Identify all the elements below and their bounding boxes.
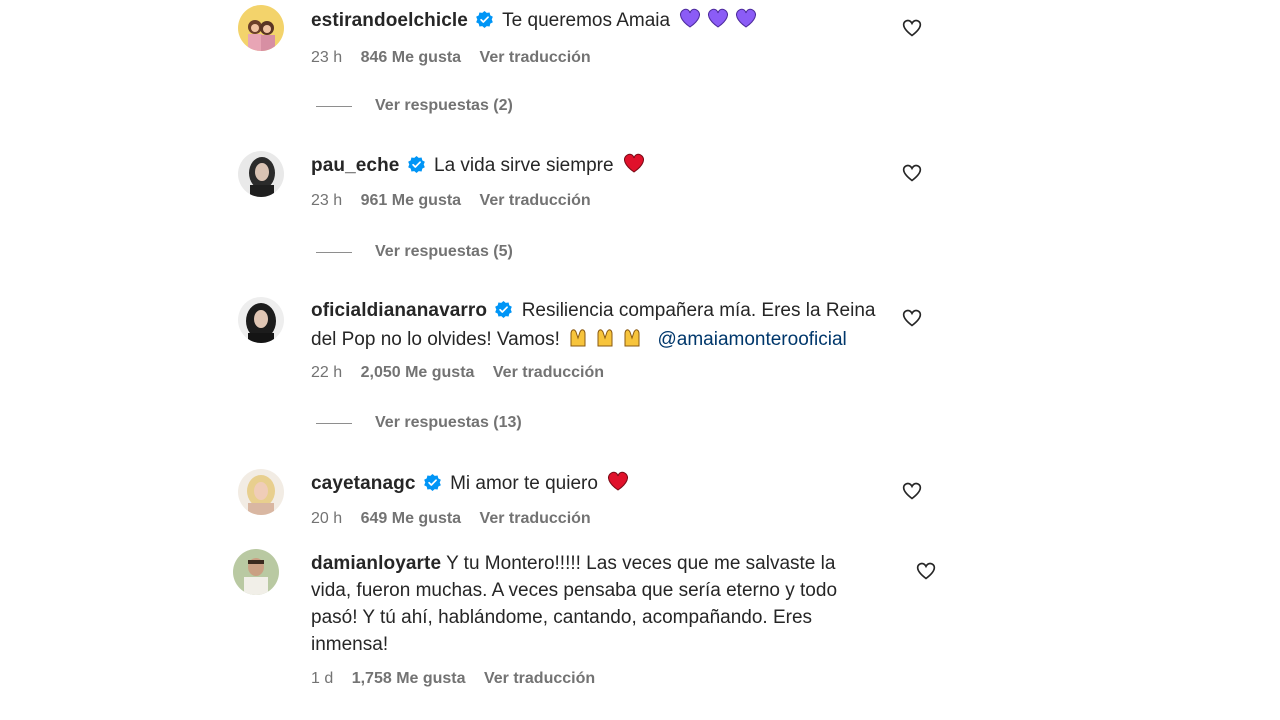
red-heart-icon: [622, 152, 646, 182]
raising-hands-icon: [568, 326, 646, 356]
comment-time: 20 h: [311, 510, 343, 527]
verified-badge-icon: [476, 9, 494, 36]
replies-divider: [316, 251, 352, 253]
comments-panel: estirandoelchicle Te queremos Amaia 23 h…: [0, 0, 1280, 720]
comment-time: 23 h: [311, 49, 343, 66]
comment-time: 22 h: [311, 364, 343, 381]
avatar[interactable]: [238, 297, 284, 343]
comment-body: pau_eche La vida sirve siempre 23 h 961 …: [311, 151, 891, 210]
comment-text: La vida sirve siempre: [434, 155, 614, 176]
likes-count[interactable]: 846 Me gusta: [361, 49, 461, 66]
comment-text: vida, fueron muchas. A veces pensaba que…: [311, 580, 838, 601]
likes-count[interactable]: 1,758 Me gusta: [352, 670, 466, 687]
comment-body: estirandoelchicle Te queremos Amaia 23 h…: [311, 5, 891, 67]
replies-label[interactable]: Ver respuestas (13): [375, 414, 522, 432]
comment-time: 1 d: [311, 670, 334, 687]
comment-text: Y tu Montero!!!!! Las veces que me salva…: [446, 553, 836, 574]
avatar[interactable]: [238, 469, 284, 515]
comment-body: damianloyarte Y tu Montero!!!!! Las vece…: [311, 549, 911, 688]
verified-badge-icon: [407, 154, 425, 181]
translate-link[interactable]: Ver traducción: [480, 510, 591, 527]
likes-count[interactable]: 649 Me gusta: [361, 510, 461, 527]
comment-text: Te queremos Amaia: [502, 10, 671, 31]
purple-heart-icon: [678, 7, 758, 37]
replies-label[interactable]: Ver respuestas (5): [375, 243, 513, 261]
comment-text: pasó! Y tú ahí, hablándome, cantando, ac…: [311, 607, 813, 628]
username[interactable]: damianloyarte: [311, 553, 441, 574]
like-heart-icon[interactable]: [902, 481, 922, 501]
like-heart-icon[interactable]: [902, 18, 922, 38]
verified-badge-icon: [423, 472, 441, 499]
likes-count[interactable]: 961 Me gusta: [361, 192, 461, 209]
like-heart-icon[interactable]: [902, 163, 922, 183]
username[interactable]: oficialdiananavarro: [311, 300, 487, 321]
red-heart-icon: [606, 470, 630, 500]
replies-label[interactable]: Ver respuestas (2): [375, 97, 513, 115]
comment-text: inmensa!: [311, 634, 389, 655]
replies-divider: [316, 422, 352, 424]
translate-link[interactable]: Ver traducción: [484, 670, 595, 687]
verified-badge-icon: [495, 299, 513, 326]
view-replies-button[interactable]: Ver respuestas (13): [316, 414, 522, 432]
avatar[interactable]: [238, 151, 284, 197]
comment-text: del Pop no lo olvides! Vamos!: [311, 329, 560, 350]
likes-count[interactable]: 2,050 Me gusta: [361, 364, 475, 381]
avatar[interactable]: [233, 549, 279, 595]
comment-text: Mi amor te quiero: [450, 473, 598, 494]
username[interactable]: pau_eche: [311, 155, 399, 176]
replies-divider: [316, 105, 352, 107]
translate-link[interactable]: Ver traducción: [480, 49, 591, 66]
comment-text: Resiliencia compañera mía. Eres la Reina: [521, 300, 876, 321]
translate-link[interactable]: Ver traducción: [493, 364, 604, 381]
view-replies-button[interactable]: Ver respuestas (2): [316, 97, 513, 115]
username[interactable]: cayetanagc: [311, 473, 416, 494]
comment-body: oficialdiananavarro Resiliencia compañer…: [311, 297, 891, 382]
comment-time: 23 h: [311, 192, 343, 209]
comment-body: cayetanagc Mi amor te quiero 20 h 649 Me…: [311, 469, 891, 528]
avatar[interactable]: [238, 5, 284, 51]
username[interactable]: estirandoelchicle: [311, 10, 468, 31]
like-heart-icon[interactable]: [902, 308, 922, 328]
translate-link[interactable]: Ver traducción: [480, 192, 591, 209]
view-replies-button[interactable]: Ver respuestas (5): [316, 243, 513, 261]
mention-link[interactable]: @amaiamonterooficial: [657, 329, 846, 350]
like-heart-icon[interactable]: [916, 561, 936, 581]
